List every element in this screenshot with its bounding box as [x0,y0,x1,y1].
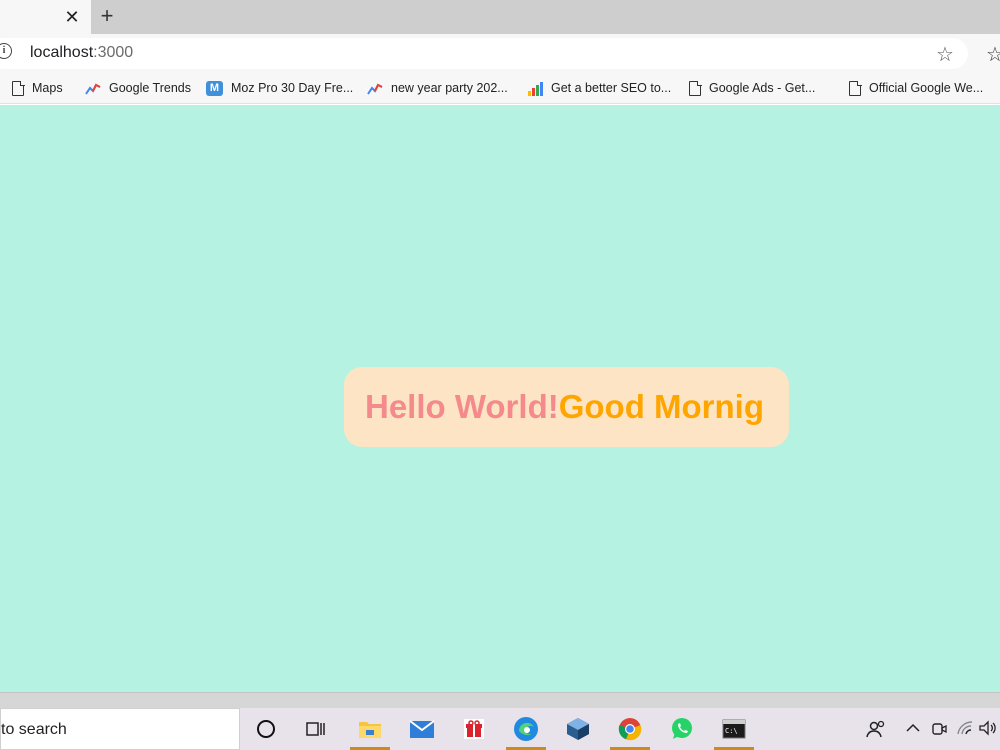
taskbar: to search C:\ [0,708,1000,750]
address-bar[interactable] [0,38,968,69]
url-host: localhost [30,44,94,61]
bookmark-google-trends[interactable]: Google Trends [85,79,191,97]
trends-icon [85,83,101,95]
morning-text: Good Mornig [558,388,765,425]
page-viewport: Hello World!Good Mornig [0,105,1000,692]
bookmark-google-ads[interactable]: Google Ads - Get... [689,79,815,97]
browser-toolbar [0,34,1000,72]
bookmark-moz-pro[interactable]: M Moz Pro 30 Day Fre... [206,79,353,97]
bookmark-label: Official Google We... [869,81,984,95]
task-view-icon[interactable] [298,714,334,744]
bookmark-seo[interactable]: Get a better SEO to... [527,79,671,97]
terminal-icon[interactable]: C:\ [714,714,754,750]
bookmark-label: Get a better SEO to... [551,81,672,95]
moz-icon: M [206,81,223,97]
search-placeholder: to search [1,721,67,738]
people-icon[interactable] [866,720,886,743]
greeting-card: Hello World!Good Mornig [344,367,789,447]
gift-icon[interactable] [456,714,492,744]
volume-icon[interactable] [979,720,997,741]
wifi-icon[interactable] [956,720,974,741]
favorites-icon[interactable]: ☆ [986,42,1000,67]
cortana-icon[interactable] [248,714,284,744]
edge-icon[interactable] [506,714,546,750]
close-tab-icon[interactable]: ✕ [62,7,82,27]
url-text[interactable]: localhost:3000 [30,44,133,62]
horizontal-scrollbar[interactable] [0,692,1000,708]
bookmark-label: Google Trends [109,81,191,95]
tab-strip: ✕ + [0,0,1000,34]
bars-chart-icon [528,81,543,96]
browser-tab[interactable]: ✕ [0,0,91,34]
hello-text: Hello World! [365,388,559,425]
bookmark-maps[interactable]: Maps [12,79,63,97]
mail-icon[interactable] [404,714,440,744]
url-port: :3000 [93,44,134,61]
doc-icon [849,80,862,97]
chevron-up-icon[interactable] [905,720,921,741]
bookmark-official-google[interactable]: Official Google We... [849,79,983,97]
greeting-text: Hello World!Good Mornig [365,389,764,425]
file-explorer-icon[interactable] [350,714,390,750]
whatsapp-icon[interactable] [664,714,700,744]
meet-now-icon[interactable] [931,720,947,743]
virtualbox-icon[interactable] [560,714,596,744]
new-tab-button[interactable]: + [96,5,118,27]
taskbar-search-box[interactable]: to search [0,708,240,750]
bookmark-label: Moz Pro 30 Day Fre... [231,81,354,95]
svg-text:C:\: C:\ [725,727,738,735]
doc-icon [689,80,702,97]
bookmark-new-year-party[interactable]: new year party 202... [367,79,508,97]
bookmark-label: Google Ads - Get... [709,81,816,95]
favorite-star-icon[interactable]: ☆ [936,42,954,67]
trends-icon [367,83,383,95]
bookmark-label: new year party 202... [391,81,508,95]
bookmarks-bar: Maps Google Trends M Moz Pro 30 Day Fre..… [0,72,1000,104]
bookmark-label: Maps [32,81,63,95]
doc-icon [12,80,25,97]
chrome-icon[interactable] [610,714,650,750]
